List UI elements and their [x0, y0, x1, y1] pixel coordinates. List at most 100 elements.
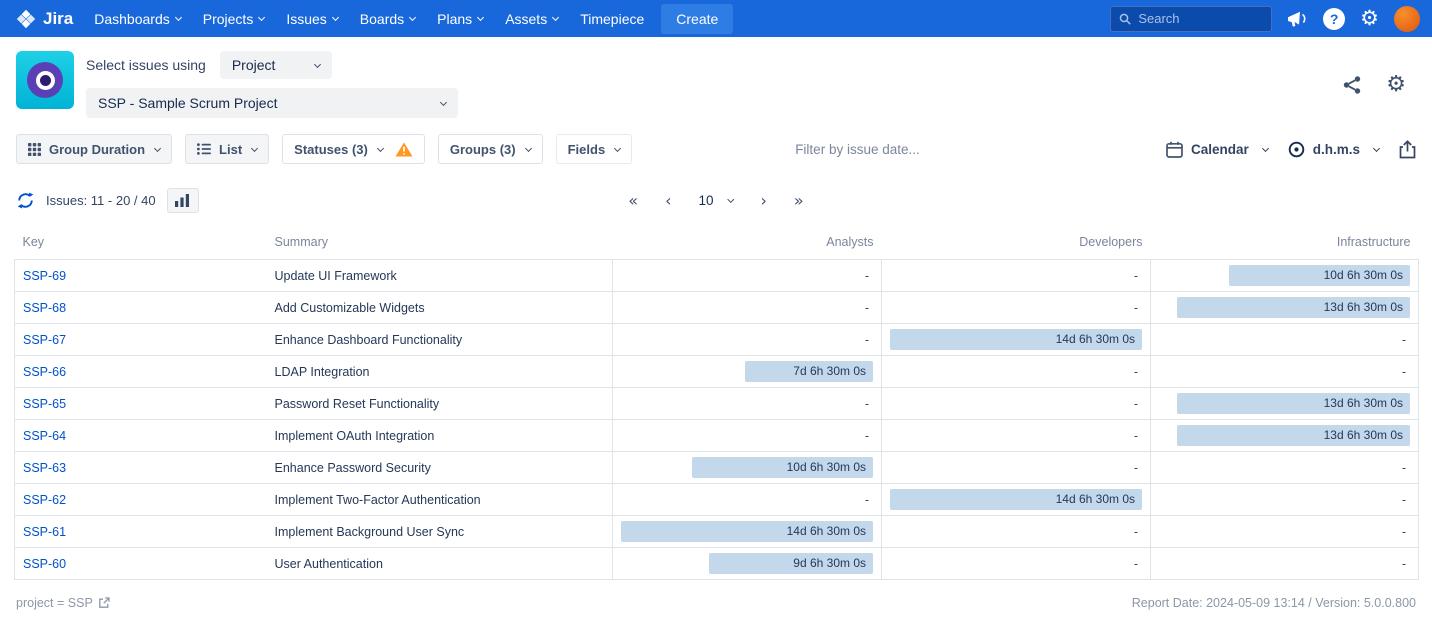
duration-bar: 13d 6h 30m 0s [1177, 297, 1410, 318]
issue-selectors: Select issues using Project SSP - Sample… [86, 51, 458, 118]
group-duration-button[interactable]: Group Duration [16, 134, 172, 164]
status-bar: Issues: 11 - 20 / 40 « ‹ 10 › » [0, 172, 1432, 223]
summary-cell: LDAP Integration [267, 356, 613, 388]
duration-cell-developers: - [882, 292, 1151, 324]
toolbar-right-cluster: Calendar d.h.m.s [1166, 140, 1416, 159]
empty-duration: - [1159, 557, 1410, 571]
list-icon [197, 143, 211, 155]
empty-duration: - [890, 397, 1142, 411]
chevron-down-icon [314, 60, 321, 67]
chevron-down-icon [409, 14, 416, 21]
group-duration-label: Group Duration [49, 142, 145, 157]
nav-item-dashboards[interactable]: Dashboards [83, 0, 192, 37]
duration-cell-developers: - [882, 260, 1151, 292]
jql-filter-text: project = SSP [16, 596, 93, 610]
nav-item-label: Timepiece [580, 11, 644, 27]
column-header-analysts: Analysts [613, 229, 882, 260]
calendar-button[interactable]: Calendar [1166, 141, 1268, 158]
duration-cell-infrastructure: - [1151, 356, 1419, 388]
time-format-button[interactable]: d.h.m.s [1288, 141, 1379, 158]
report-settings-icon[interactable]: ⚙ [1386, 74, 1406, 96]
issue-key-link[interactable]: SSP-67 [23, 333, 66, 347]
empty-duration: - [890, 525, 1142, 539]
settings-gear-icon[interactable]: ⚙ [1360, 8, 1379, 29]
nav-item-projects[interactable]: Projects [192, 0, 276, 37]
last-page-button[interactable]: » [794, 193, 804, 209]
global-search[interactable] [1110, 6, 1272, 32]
summary-cell: Implement Two-Factor Authentication [267, 484, 613, 516]
duration-cell-infrastructure: - [1151, 516, 1419, 548]
empty-duration: - [621, 269, 873, 283]
issue-key-link[interactable]: SSP-69 [23, 269, 66, 283]
issue-key-link[interactable]: SSP-63 [23, 461, 66, 475]
column-header-infrastructure: Infrastructure [1151, 229, 1419, 260]
issue-key-link[interactable]: SSP-61 [23, 525, 66, 539]
report-header: Select issues using Project SSP - Sample… [0, 37, 1432, 124]
chevron-down-icon [154, 144, 161, 151]
search-icon [1119, 12, 1131, 26]
fields-button[interactable]: Fields [556, 134, 633, 164]
key-cell: SSP-60 [15, 548, 267, 580]
refresh-icon[interactable] [16, 191, 35, 210]
chevron-down-icon [377, 144, 384, 151]
external-link-icon[interactable] [98, 597, 110, 609]
empty-duration: - [890, 269, 1142, 283]
monster-mascot [27, 62, 63, 98]
issue-key-link[interactable]: SSP-66 [23, 365, 66, 379]
nav-item-boards[interactable]: Boards [349, 0, 426, 37]
list-view-button[interactable]: List [185, 134, 269, 164]
key-cell: SSP-61 [15, 516, 267, 548]
warning-icon [395, 142, 413, 157]
brand-name: Jira [43, 9, 73, 29]
page-size-select[interactable]: 10 [698, 193, 733, 208]
share-icon[interactable] [1342, 75, 1362, 95]
jira-brand[interactable]: Jira [12, 9, 83, 29]
groups-button[interactable]: Groups (3) [438, 134, 543, 164]
issue-key-link[interactable]: SSP-68 [23, 301, 66, 315]
issue-key-link[interactable]: SSP-60 [23, 557, 66, 571]
create-button[interactable]: Create [661, 4, 733, 34]
empty-duration: - [1159, 333, 1410, 347]
next-page-button[interactable]: › [761, 193, 767, 209]
empty-duration: - [890, 301, 1142, 315]
issue-key-link[interactable]: SSP-64 [23, 429, 66, 443]
megaphone-icon[interactable] [1287, 10, 1308, 28]
user-avatar[interactable] [1394, 6, 1420, 32]
table-row: SSP-61 Implement Background User Sync14d … [15, 516, 1419, 548]
issue-source-select[interactable]: Project [220, 51, 332, 79]
issue-date-filter-input[interactable] [795, 142, 1153, 157]
summary-cell: Password Reset Functionality [267, 388, 613, 420]
key-cell: SSP-62 [15, 484, 267, 516]
project-select[interactable]: SSP - Sample Scrum Project [86, 88, 458, 118]
summary-cell: Enhance Dashboard Functionality [267, 324, 613, 356]
duration-cell-analysts: 10d 6h 30m 0s [613, 452, 882, 484]
nav-item-plans[interactable]: Plans [426, 0, 494, 37]
statuses-label: Statuses (3) [294, 142, 368, 157]
issue-key-link[interactable]: SSP-65 [23, 397, 66, 411]
duration-bar: 14d 6h 30m 0s [890, 489, 1142, 510]
search-input[interactable] [1138, 11, 1263, 26]
duration-cell-developers: - [882, 452, 1151, 484]
duration-cell-developers: 14d 6h 30m 0s [882, 484, 1151, 516]
duration-bar: 10d 6h 30m 0s [1229, 265, 1410, 286]
nav-right-cluster: ? ⚙ [1110, 6, 1420, 32]
help-icon[interactable]: ? [1323, 8, 1345, 30]
issues-table: KeySummaryAnalystsDevelopersInfrastructu… [14, 229, 1419, 580]
nav-item-timepiece[interactable]: Timepiece [569, 0, 655, 37]
nav-item-label: Assets [505, 11, 547, 27]
statuses-button[interactable]: Statuses (3) [282, 134, 425, 164]
nav-item-issues[interactable]: Issues [275, 0, 348, 37]
export-button[interactable] [1399, 140, 1416, 159]
issue-key-link[interactable]: SSP-62 [23, 493, 66, 507]
calendar-label: Calendar [1191, 142, 1249, 157]
key-cell: SSP-64 [15, 420, 267, 452]
duration-cell-analysts: 14d 6h 30m 0s [613, 516, 882, 548]
first-page-button[interactable]: « [628, 193, 638, 209]
issues-table-body: SSP-69Update UI Framework--10d 6h 30m 0s… [15, 260, 1419, 580]
chart-view-button[interactable] [167, 188, 199, 213]
summary-cell: Implement OAuth Integration [267, 420, 613, 452]
prev-page-button[interactable]: ‹ [665, 193, 671, 209]
duration-cell-analysts: 9d 6h 30m 0s [613, 548, 882, 580]
summary-cell: Implement Background User Sync [267, 516, 613, 548]
nav-item-assets[interactable]: Assets [494, 0, 569, 37]
